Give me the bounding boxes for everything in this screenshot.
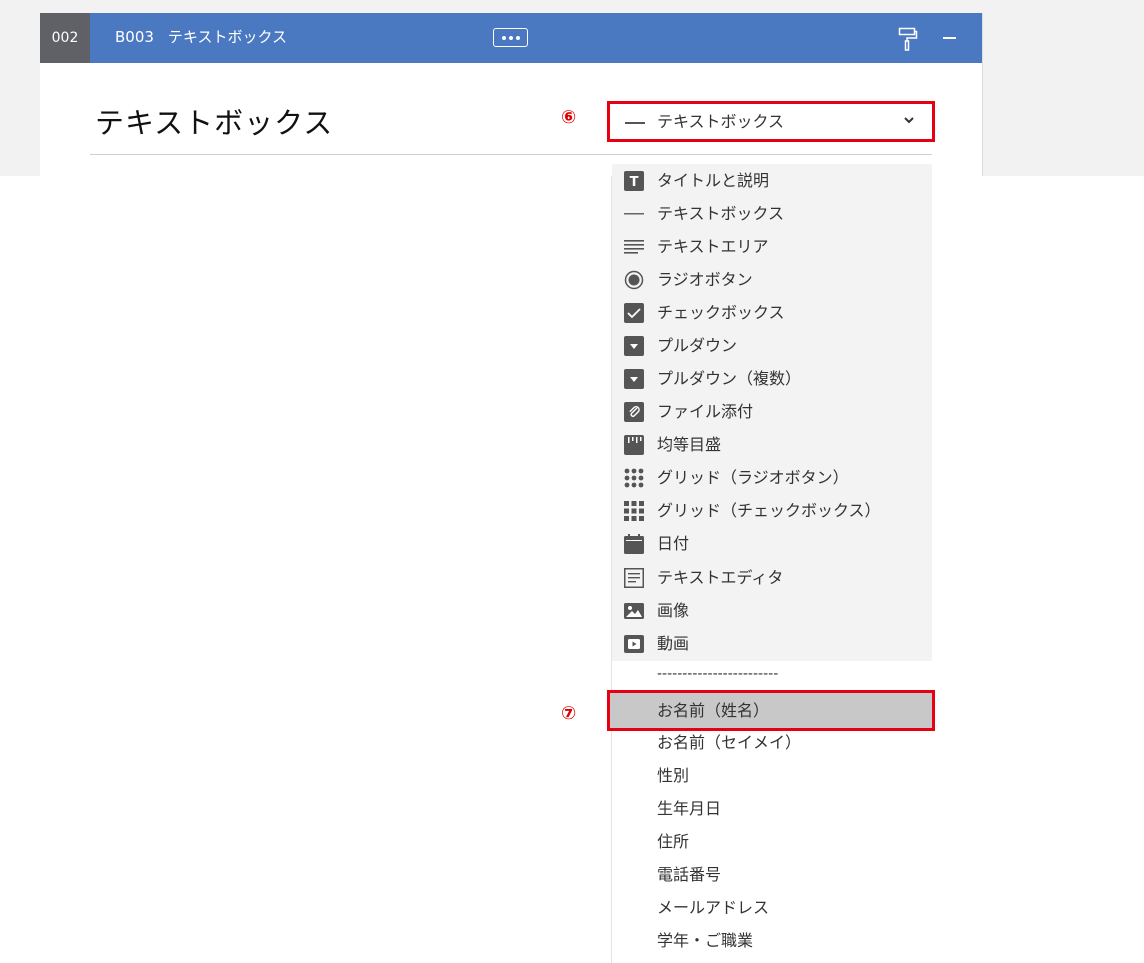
menu-item-equal-scale[interactable]: 均等目盛 [612,428,932,461]
minimize-icon[interactable] [943,37,956,39]
callout-marker-6: ⑥ [561,107,577,128]
menu-item-file-attachment[interactable]: ファイル添付 [612,395,932,428]
menu-item-label: グリッド（ラジオボタン） [657,468,849,487]
checkbox-icon [624,303,644,323]
menu-item-label: プルダウン（複数） [657,369,802,388]
menu-item-title-description[interactable]: T タイトルと説明 [612,164,932,197]
menu-item-video[interactable]: 動画 [612,627,932,660]
menu-item-label: 画像 [657,601,690,620]
menu-item-text-editor[interactable]: テキストエディタ [612,561,932,594]
menu-item-birthdate[interactable]: 生年月日 [657,792,721,825]
menu-item-label: ラジオボタン [657,270,753,289]
menu-item-label: プルダウン [657,336,738,355]
dot-icon [501,35,506,40]
svg-text:T: T [630,175,639,190]
menu-item-label: チェックボックス [657,303,785,322]
radio-icon [624,270,644,290]
menu-item-name-kana[interactable]: お名前（セイメイ） [657,726,801,759]
dot-icon [515,35,520,40]
dropdown-icon [624,336,644,356]
menu-item-label: タイトルと説明 [657,171,770,190]
line-icon [624,213,644,215]
menu-item-date[interactable]: 日付 [612,527,932,560]
menu-item-label: ファイル添付 [657,402,754,421]
menu-item-label: テキストボックス [657,204,785,223]
question-type-name: テキストボックス [167,28,288,46]
menu-item-textarea[interactable]: テキストエリア [612,230,932,263]
menu-item-label: グリッド（チェックボックス） [657,501,881,520]
menu-item-label: 日付 [657,534,690,553]
menu-item-email[interactable]: メールアドレス [657,891,769,924]
card-header-title: B003 テキストボックス [115,13,287,63]
line-icon [625,122,645,124]
question-type-select[interactable]: テキストボックス [607,101,935,142]
editor-icon [624,568,644,588]
menu-item-textbox[interactable]: テキストボックス [612,197,932,230]
menu-item-gender[interactable]: 性別 [657,759,689,792]
menu-item-address[interactable]: 住所 [657,825,689,858]
image-icon [624,603,644,619]
question-title[interactable]: テキストボックス [95,100,333,142]
question-card: 002 B003 テキストボックス [40,13,983,176]
dot-grid-icon [624,468,644,488]
title-icon: T [624,171,644,191]
menu-item-dropdown[interactable]: プルダウン [612,329,932,362]
menu-item-radio[interactable]: ラジオボタン [612,263,932,296]
menu-item-dropdown-multiple[interactable]: プルダウン（複数） [612,362,932,395]
menu-item-phone[interactable]: 電話番号 [657,858,721,891]
square-grid-icon [624,501,644,521]
menu-item-image[interactable]: 画像 [612,594,932,627]
more-options-button[interactable] [493,28,528,47]
title-divider [90,154,932,155]
calendar-icon [624,534,644,554]
menu-item-name-full-selected[interactable]: お名前（姓名） [607,690,935,731]
menu-item-label: お名前（姓名） [657,701,770,720]
menu-item-label: 動画 [657,634,690,653]
menu-item-grid-checkbox[interactable]: グリッド（チェックボックス） [612,494,932,527]
menu-item-label: テキストエディタ [657,568,784,587]
video-icon [624,635,644,653]
callout-marker-7: ⑦ [561,703,577,724]
card-header: 002 B003 テキストボックス [40,13,982,63]
menu-item-label: テキストエリア [657,237,769,256]
question-type-select-value: テキストボックス [657,112,785,131]
paperclip-icon [624,402,644,422]
menu-item-label: 均等目盛 [657,435,722,454]
question-number: 002 [40,13,90,63]
question-code: B003 [115,28,154,46]
menu-item-grid-radio[interactable]: グリッド（ラジオボタン） [612,461,932,494]
ruler-icon [624,435,644,455]
paint-roller-icon[interactable] [898,27,918,51]
chevron-down-icon [904,117,914,124]
menu-separator: ------------------------ [657,666,779,682]
menu-item-checkbox[interactable]: チェックボックス [612,296,932,329]
dot-icon [508,35,513,40]
lines-icon [624,240,644,254]
menu-item-occupation[interactable]: 学年・ご職業 [657,924,753,957]
dropdown-icon [624,369,644,389]
